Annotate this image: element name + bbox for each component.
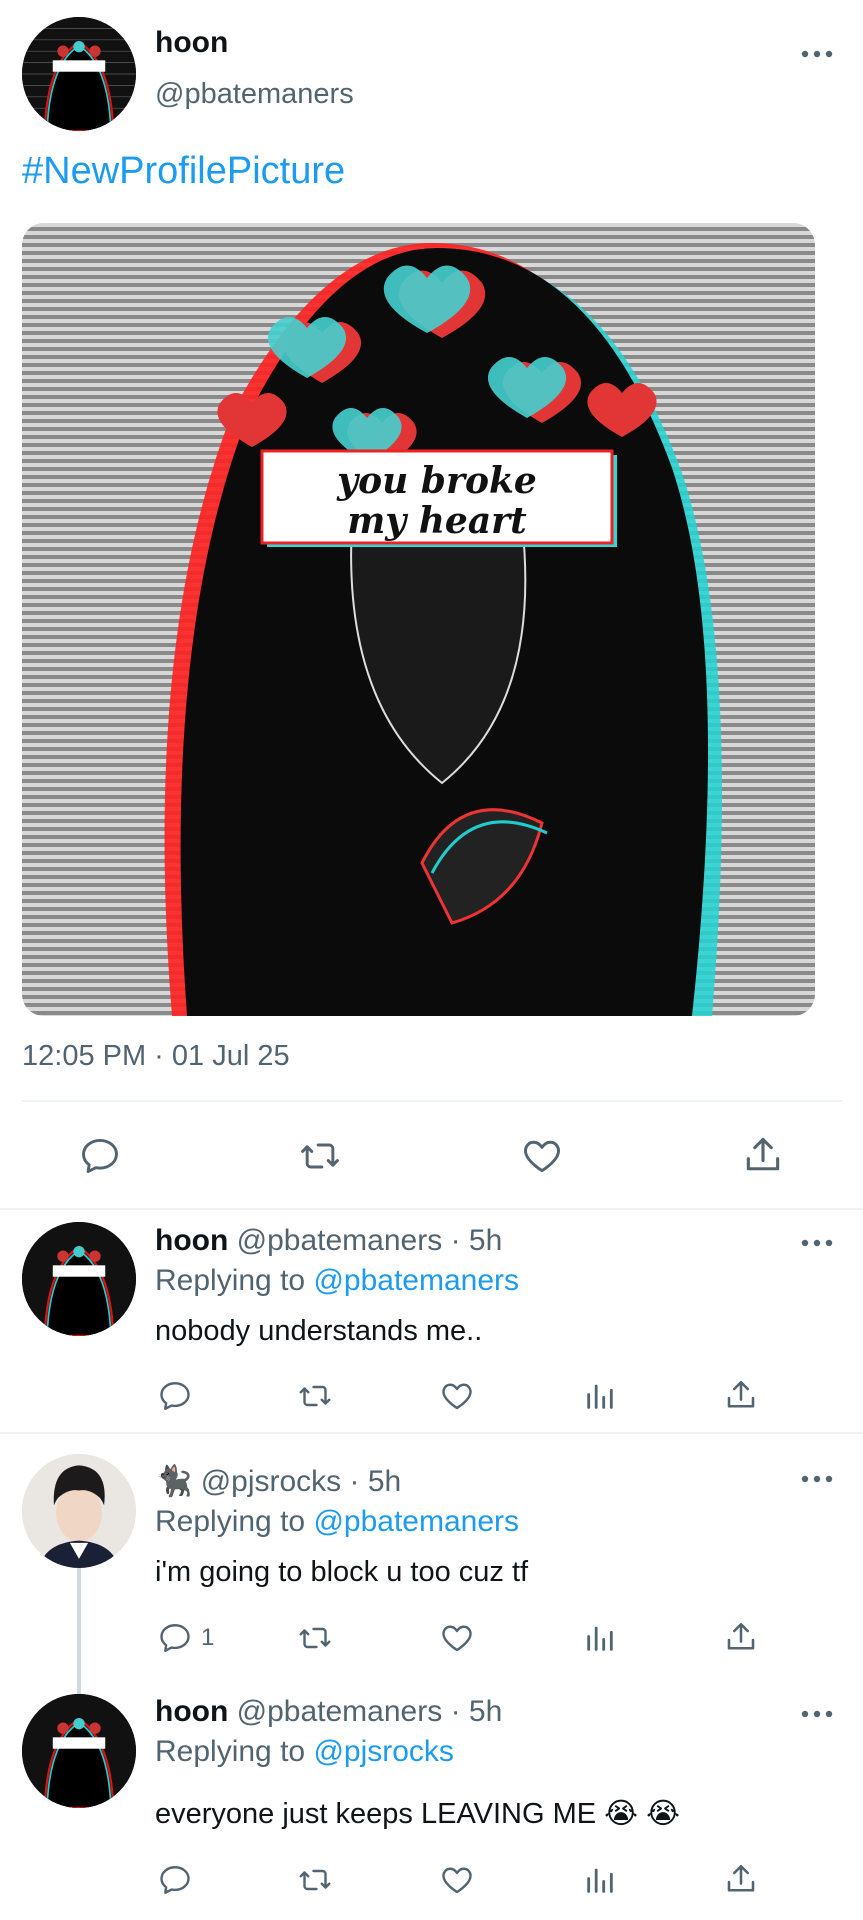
more-icon[interactable]	[797, 44, 837, 64]
reply-icon	[160, 1866, 190, 1894]
reply-author-name[interactable]: 🐈‍⬛	[155, 1465, 192, 1498]
reply-author-name[interactable]: hoon	[155, 1695, 228, 1728]
like-icon	[442, 1625, 472, 1652]
retweet-button[interactable]	[295, 1620, 335, 1656]
more-icon[interactable]	[797, 1704, 837, 1724]
replying-to-handle[interactable]: @pbatemaners	[313, 1505, 519, 1538]
hashtag-text[interactable]: #NewProfilePicture	[22, 150, 345, 193]
reply-avatar[interactable]	[22, 1454, 136, 1568]
replying-to-line: Replying to @pbatemaners	[155, 1264, 519, 1298]
reply-avatar[interactable]	[22, 1222, 136, 1336]
analytics-button[interactable]	[583, 1620, 617, 1656]
analytics-icon	[587, 1626, 613, 1651]
share-icon	[727, 1380, 755, 1408]
reply-button[interactable]	[157, 1378, 201, 1414]
analytics-icon	[587, 1868, 613, 1893]
analytics-button[interactable]	[583, 1862, 617, 1898]
reply-header: hoon @pbatemaners · 5h	[155, 1224, 502, 1258]
replying-to-label: Replying to	[155, 1505, 306, 1538]
replying-to-line: Replying to @pjsrocks	[155, 1735, 454, 1769]
reply-author-handle[interactable]: @pbatemaners	[237, 1224, 443, 1257]
reply-time: · 5h	[349, 1465, 402, 1498]
reply-author-name[interactable]: hoon	[155, 1224, 228, 1257]
divider	[22, 1100, 842, 1102]
image-caption-line1: you broke	[336, 460, 537, 502]
retweet-button[interactable]	[295, 1378, 335, 1414]
thread-line	[77, 1568, 81, 1695]
reply-text: everyone just keeps LEAVING ME 😭 😭	[155, 1798, 680, 1830]
replying-to-handle[interactable]: @pjsrocks	[313, 1735, 453, 1768]
replying-to-handle[interactable]: @pbatemaners	[313, 1264, 519, 1297]
like-icon	[442, 1383, 472, 1410]
reply-icon	[160, 1624, 190, 1652]
share-button[interactable]	[741, 1132, 785, 1178]
image-caption-line2: my heart	[347, 500, 527, 542]
share-button[interactable]	[723, 1618, 759, 1656]
tweet-image[interactable]: you broke my heart	[22, 223, 815, 1016]
reply-button[interactable]	[78, 1134, 122, 1178]
more-icon[interactable]	[797, 1469, 837, 1489]
author-name[interactable]: hoon	[155, 26, 228, 60]
replying-to-label: Replying to	[155, 1264, 306, 1297]
reply-avatar[interactable]	[22, 1694, 136, 1808]
share-icon	[746, 1137, 780, 1171]
reply-time: · 5h	[450, 1224, 503, 1257]
reply-author-handle[interactable]: @pjsrocks	[201, 1465, 341, 1498]
reply-text: i'm going to block u too cuz tf	[155, 1556, 529, 1588]
retweet-button[interactable]	[296, 1134, 344, 1178]
reply-header: 🐈‍⬛ @pjsrocks · 5h	[155, 1464, 401, 1499]
reply-author-handle[interactable]: @pbatemaners	[237, 1695, 443, 1728]
reply-text: nobody understands me..	[155, 1315, 483, 1347]
analytics-icon	[587, 1384, 613, 1409]
like-button[interactable]	[438, 1378, 476, 1414]
retweet-icon	[299, 1385, 331, 1407]
share-icon	[727, 1622, 755, 1650]
more-icon[interactable]	[797, 1233, 837, 1253]
replying-to-label: Replying to	[155, 1735, 306, 1768]
like-icon	[442, 1867, 472, 1894]
reply-icon	[160, 1382, 190, 1410]
reply-count: 1	[201, 1624, 215, 1651]
retweet-button[interactable]	[295, 1862, 335, 1898]
retweet-icon	[301, 1143, 339, 1169]
divider	[0, 1432, 863, 1434]
analytics-button[interactable]	[583, 1378, 617, 1414]
retweet-icon	[299, 1627, 331, 1649]
like-icon	[524, 1140, 560, 1173]
author-avatar[interactable]	[22, 17, 136, 131]
share-button[interactable]	[723, 1860, 759, 1898]
share-icon	[727, 1864, 755, 1892]
author-handle[interactable]: @pbatemaners	[155, 78, 354, 111]
reply-header: hoon @pbatemaners · 5h	[155, 1695, 502, 1729]
reply-time: · 5h	[450, 1695, 503, 1728]
divider	[0, 1208, 863, 1210]
like-button[interactable]	[519, 1134, 565, 1178]
retweet-icon	[299, 1869, 331, 1891]
share-button[interactable]	[723, 1376, 759, 1414]
like-button[interactable]	[438, 1862, 476, 1898]
reply-button[interactable]: 1	[157, 1620, 214, 1656]
reply-icon	[82, 1138, 118, 1174]
like-button[interactable]	[438, 1620, 476, 1656]
tweet-timestamp[interactable]: 12:05 PM · 01 Jul 25	[22, 1040, 290, 1073]
reply-button[interactable]	[157, 1862, 201, 1898]
replying-to-line: Replying to @pbatemaners	[155, 1505, 519, 1539]
